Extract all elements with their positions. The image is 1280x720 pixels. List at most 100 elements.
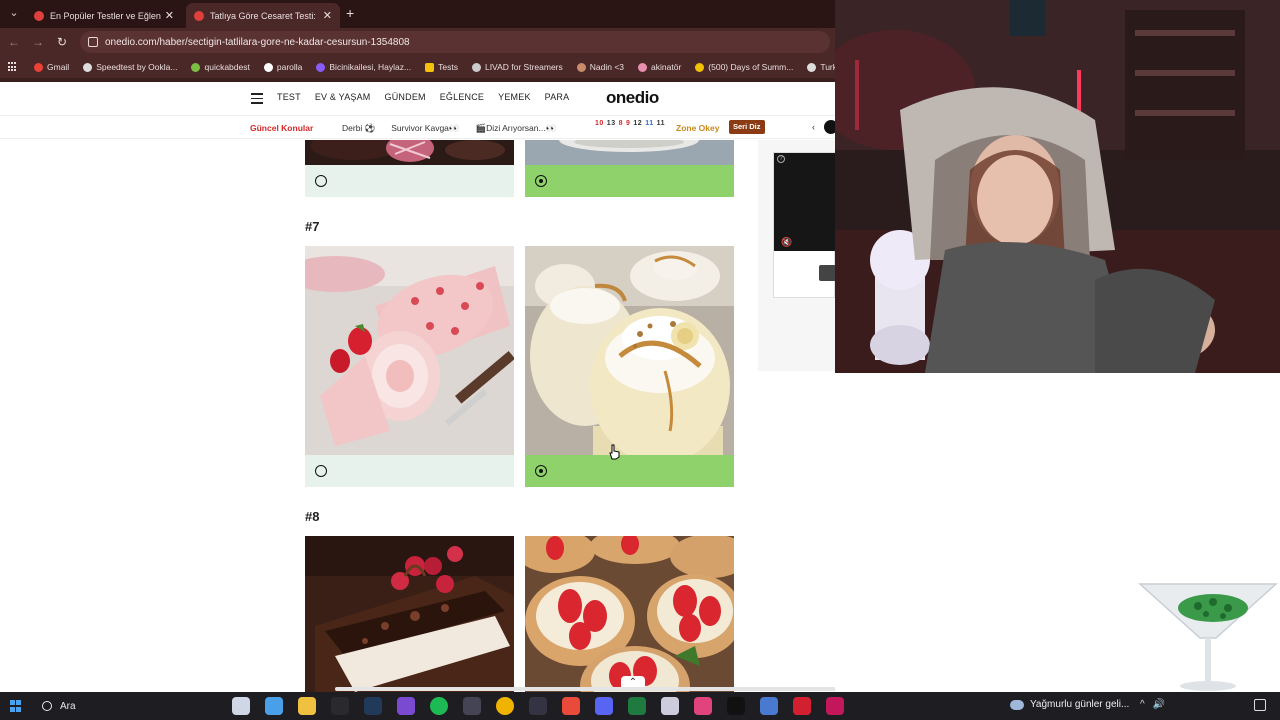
notification-icon[interactable] [1254,699,1266,711]
nav-ev-yasam[interactable]: EV & YAŞAM [315,92,371,102]
video-ad[interactable]: ? 🔇 [773,152,835,298]
chevron-up-icon[interactable]: ^ [1140,699,1145,710]
topic-zone-okey[interactable]: Zone Okey [676,123,719,133]
bookmark-speedtest[interactable]: Speedtest by Ookla... [83,62,177,72]
livad-icon [471,62,481,72]
trending-topics-bar: Güncel Konular Derbi ⚽ Survivor Kavga👀 🎬… [0,117,835,139]
bookmark-bicinikailesi[interactable]: Bicinikailesi, Haylaz... [316,62,411,72]
option-radio-area[interactable] [525,455,734,487]
q7-option-right[interactable] [525,246,734,487]
tab-popular-tests[interactable]: En Popüler Testler ve Eğlenceli ✕ [26,3,182,28]
app-icon[interactable] [628,697,646,715]
q6-option-left[interactable] [305,140,514,197]
radio-selected[interactable] [535,465,547,477]
nav-test[interactable]: TEST [277,92,301,102]
menu-hamburger-icon[interactable] [251,93,263,104]
mute-icon[interactable]: 🔇 [781,237,792,248]
app-icon[interactable] [694,697,712,715]
page-viewport: TEST EV & YAŞAM GÜNDEM EĞLENCE YEMEK PAR… [0,82,835,692]
app-icon[interactable] [826,697,844,715]
weather-widget[interactable]: Yağmurlu günler geli... [1010,699,1129,710]
cocktail-glass-overlay [1138,583,1278,691]
site-info-icon[interactable] [88,37,98,47]
ad-info-icon[interactable]: ? [777,155,785,163]
close-tab-icon[interactable]: ✕ [165,9,174,22]
bookmark-gmail[interactable]: Gmail [34,62,69,72]
q8-option-right[interactable] [525,536,734,692]
app-icon[interactable] [463,697,481,715]
spotify-icon[interactable] [430,697,448,715]
onedio-logo[interactable]: onedio [606,88,659,108]
reload-icon[interactable]: ↻ [54,34,70,50]
forward-arrow-icon[interactable]: → [30,34,46,50]
q8-option-left[interactable] [305,536,514,692]
bookmark-tests[interactable]: Tests [425,62,458,72]
bookmark-quickabdest[interactable]: quickabdest [191,62,250,72]
topic-survivor[interactable]: Survivor Kavga👀 [391,123,459,134]
topic-derbi[interactable]: Derbi ⚽ [342,123,375,134]
bookmark-livad[interactable]: LIVAD for Streamers [471,62,563,72]
app-icon[interactable] [793,697,811,715]
bookmark-500-days[interactable]: (500) Days of Summ... [695,62,793,72]
nav-para[interactable]: PARA [545,92,570,102]
calendar-numbers[interactable]: 10 13 8 9 12 11 11 [595,120,668,127]
radio-unselected[interactable] [315,175,327,187]
mouse-cursor-hand-icon [609,444,620,460]
tab-search-chevron-icon[interactable]: ⌄ [6,5,22,21]
option-radio-area[interactable] [525,165,734,197]
task-view-icon[interactable] [232,697,250,715]
bookmark-parolla[interactable]: parolla [263,62,302,72]
topic-dizi[interactable]: 🎬Dizi Arıyorsan...👀 [476,123,557,134]
app-icon[interactable] [529,697,547,715]
steam-icon[interactable] [364,697,382,715]
windows-start-icon[interactable] [10,700,22,712]
nav-yemek[interactable]: YEMEK [498,92,531,102]
app-icon[interactable] [760,697,778,715]
strawberry-tarts-image [525,536,734,692]
app-icon[interactable] [661,697,679,715]
topic-avatar-icon[interactable] [824,120,835,134]
chrome-icon[interactable] [496,697,514,715]
bookmark-akinator[interactable]: akinatör [638,62,681,72]
bookmarks-bar: Gmail Speedtest by Ookla... quickabdest … [0,56,871,78]
radio-unselected[interactable] [315,465,327,477]
app-icon[interactable] [331,697,349,715]
trending-label: Güncel Konular [250,123,314,133]
ad-cta-button[interactable] [819,265,835,281]
bicinikailesi-icon [316,62,326,72]
copilot-icon[interactable] [265,697,283,715]
taskbar-search[interactable]: Ara [36,695,216,717]
option-radio-area[interactable] [305,165,514,197]
q7-option-left[interactable] [305,246,514,487]
parolla-icon [263,62,273,72]
radio-selected[interactable] [535,175,547,187]
q6-option-right[interactable] [525,140,734,197]
url-input[interactable]: onedio.com/haber/sectigin-tatlilara-gore… [80,31,830,53]
apps-grid-icon[interactable] [8,62,16,72]
horizontal-scrollbar[interactable] [335,687,835,691]
obs-icon[interactable] [397,697,415,715]
question-number-7: #7 [305,219,320,234]
option-radio-area[interactable] [305,455,514,487]
volume-icon[interactable]: 🔊 [1153,699,1165,710]
streamer-webcam-image [835,0,1280,373]
search-icon [42,701,52,711]
chevron-left-icon[interactable]: ‹ [812,122,815,132]
topic-seri-diz[interactable]: Seri Diz [729,120,765,134]
nav-gundem[interactable]: GÜNDEM [385,92,426,102]
back-arrow-icon[interactable]: ← [6,34,22,50]
bookmark-nadin[interactable]: Nadin <3 [576,62,624,72]
tiktok-icon[interactable] [727,697,745,715]
onedio-favicon-icon [34,10,44,21]
browser-chrome: ⌄ En Popüler Testler ve Eğlenceli ✕ Tatl… [0,0,871,82]
close-tab-icon[interactable]: ✕ [323,9,332,22]
taskbar-search-text: Ara [60,700,76,712]
site-header: TEST EV & YAŞAM GÜNDEM EĞLENCE YEMEK PAR… [0,82,835,116]
file-explorer-icon[interactable] [298,697,316,715]
tab-dessert-quiz[interactable]: Tatlıya Göre Cesaret Testi: Sen N ✕ [186,3,340,28]
app-icon[interactable] [562,697,580,715]
discord-icon[interactable] [595,697,613,715]
nav-eglence[interactable]: EĞLENCE [440,92,484,102]
new-tab-plus-icon[interactable]: + [346,5,360,21]
folder-icon [425,62,435,72]
